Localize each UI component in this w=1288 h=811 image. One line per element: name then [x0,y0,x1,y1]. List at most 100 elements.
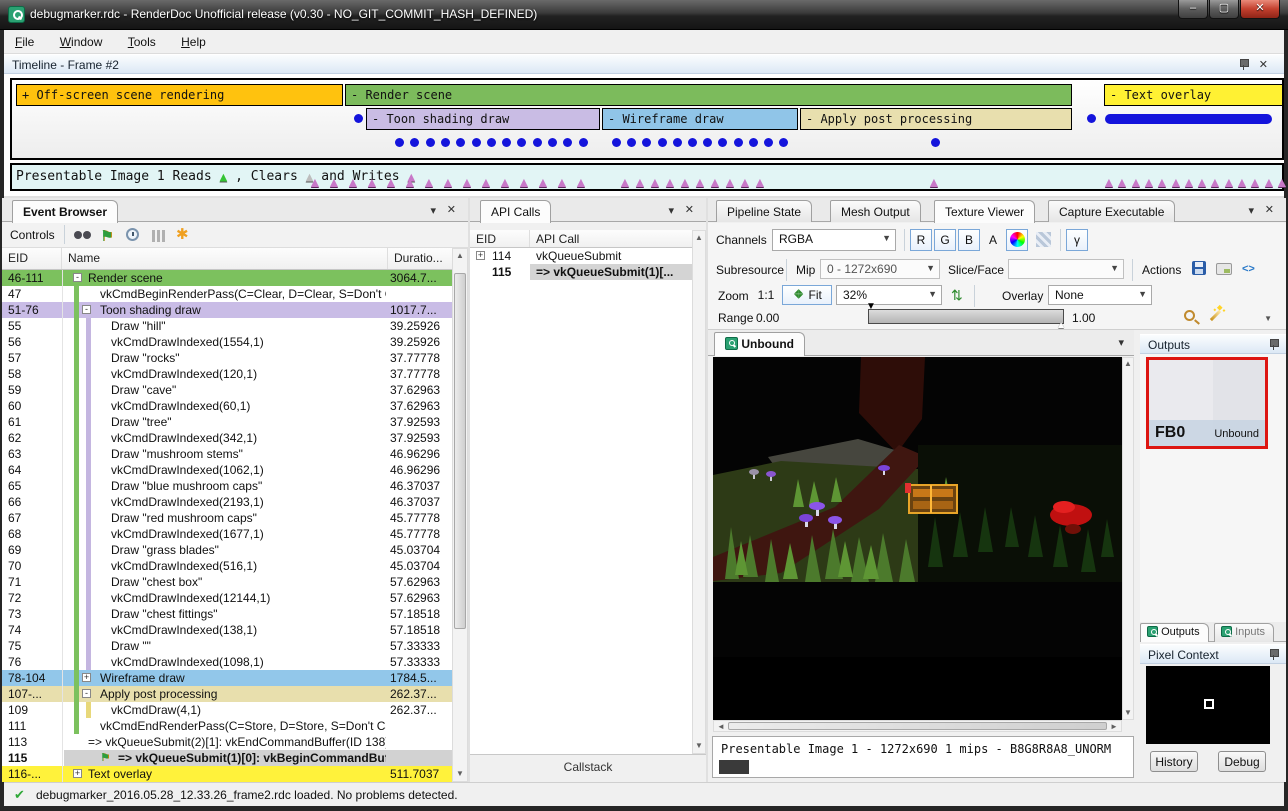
tab-unbound-texture[interactable]: Unbound [714,332,805,356]
column-duration[interactable]: Duratio... [388,248,452,269]
debug-button[interactable]: Debug [1218,751,1266,772]
channels-select[interactable]: RGBA▼ [772,229,896,251]
timeline-bar[interactable]: - Render scene [345,84,1072,106]
event-row[interactable]: 60vkCmdDrawIndexed(60,1)37.62963 [2,398,452,414]
timeline-bar[interactable]: - Apply post processing [800,108,1072,130]
scroll-down-icon[interactable]: ▼ [693,740,705,752]
find-icon[interactable] [74,231,82,239]
event-row[interactable]: 74vkCmdDrawIndexed(138,1)57.18518 [2,622,452,638]
menu-window[interactable]: Window [49,30,114,49]
tab-texture-viewer[interactable]: Texture Viewer [934,200,1035,223]
event-row[interactable]: 73Draw "chest fittings"57.18518 [2,606,452,622]
scroll-down-icon[interactable]: ▼ [1123,707,1133,719]
callstack-section[interactable]: Callstack [470,754,706,774]
scroll-up-icon[interactable]: ▲ [693,232,705,244]
timeline-bar[interactable]: - Wireframe draw [602,108,798,130]
mip-select[interactable]: 0 - 1272x690▼ [820,259,940,279]
column-name[interactable]: Name [62,248,388,269]
api-call-row[interactable]: +114vkQueueSubmit [470,248,692,264]
tab-inputs[interactable]: Inputs [1214,623,1274,642]
zoom-select[interactable]: 32%▼ [836,285,942,305]
alpha-background-button[interactable] [1032,229,1054,251]
pin-icon[interactable] [1239,59,1248,70]
expand-icon[interactable]: + [82,673,91,682]
tab-mesh-output[interactable]: Mesh Output [830,200,921,222]
colorwheel-button[interactable] [1006,229,1028,251]
time-durations-icon[interactable] [126,228,139,241]
texture-image[interactable] [713,357,1122,657]
event-row[interactable]: 70vkCmdDrawIndexed(516,1)45.03704 [2,558,452,574]
column-api-call[interactable]: API Call [530,230,692,247]
event-row[interactable]: 71Draw "chest box"57.62963 [2,574,452,590]
channel-b-button[interactable]: B [958,229,980,251]
timeline-bar[interactable]: - Toon shading draw [366,108,600,130]
tab-event-browser[interactable]: Event Browser [12,200,118,223]
event-row[interactable]: 109vkCmdDraw(4,1)262.37... [2,702,452,718]
expand-icon[interactable]: + [73,769,82,778]
event-row[interactable]: 59Draw "cave"37.62963 [2,382,452,398]
event-row[interactable]: 62vkCmdDrawIndexed(342,1)37.92593 [2,430,452,446]
close-icon[interactable]: ✕ [1259,60,1268,71]
close-icon[interactable]: ✕ [1265,205,1274,216]
scrollbar-thumb[interactable] [728,722,1107,730]
menu-help[interactable]: Help [170,30,217,49]
autofit-wand-icon[interactable] [1210,310,1221,321]
flip-y-button[interactable]: ⇅ [946,284,964,304]
event-row[interactable]: 61Draw "tree"37.92593 [2,414,452,430]
texture-vscrollbar[interactable]: ▲ ▼ [1122,357,1134,720]
bookmark-flag-icon[interactable]: ⚑ [100,227,113,245]
goto-resource-icon[interactable]: <> [1242,263,1255,275]
event-row[interactable]: 46-111-Render scene3064.7... [2,270,452,286]
event-browser-scrollbar[interactable]: ▲ ▼ [452,248,468,782]
event-row[interactable]: 116-...+Text overlay511.7037 [2,766,452,782]
api-call-row[interactable]: 115=> vkQueueSubmit(1)[... [470,264,692,280]
scroll-up-icon[interactable]: ▲ [1123,358,1133,370]
scroll-left-icon[interactable]: ◄ [716,721,726,732]
range-spinner-icon[interactable]: ▼ [1264,313,1272,324]
event-row[interactable]: 78-104+Wireframe draw1784.5... [2,670,452,686]
event-row[interactable]: 67Draw "red mushroom caps"45.77778 [2,510,452,526]
texture-hscrollbar[interactable]: ◄ ► [713,720,1122,732]
close-icon[interactable]: ✕ [447,205,456,216]
pin-icon[interactable] [1269,649,1278,660]
range-max-value[interactable]: 1.00 [1072,311,1095,325]
scroll-down-icon[interactable]: ▼ [453,768,467,780]
titlebar[interactable]: debugmarker.rdc - RenderDoc Unofficial r… [0,0,1288,30]
channel-a-button[interactable]: A [982,229,1004,251]
scroll-right-icon[interactable]: ► [1109,721,1119,732]
event-row[interactable]: 115⚑=> vkQueueSubmit(1)[0]: vkBeginComma… [2,750,452,766]
save-icon[interactable] [1192,261,1206,275]
menu-file[interactable]: File [4,30,45,49]
event-row[interactable]: 76vkCmdDrawIndexed(1098,1)57.33333 [2,654,452,670]
event-row[interactable]: 66vkCmdDrawIndexed(2193,1)46.37037 [2,494,452,510]
event-row[interactable]: 64vkCmdDrawIndexed(1062,1)46.96296 [2,462,452,478]
tab-capture-executable[interactable]: Capture Executable [1048,200,1175,222]
event-row[interactable]: 55Draw "hill"39.25926 [2,318,452,334]
slice-face-select[interactable]: ▼ [1008,259,1124,279]
event-row[interactable]: 68vkCmdDrawIndexed(1677,1)45.77778 [2,526,452,542]
event-row[interactable]: 72vkCmdDrawIndexed(12144,1)57.62963 [2,590,452,606]
pin-icon[interactable] [1269,339,1278,350]
chevron-down-icon[interactable]: ▾ [1248,206,1254,217]
channel-g-button[interactable]: G [934,229,956,251]
timeline-bar[interactable]: + Off-screen scene rendering [16,84,343,106]
event-row[interactable]: 75Draw ""57.33333 [2,638,452,654]
minimize-button[interactable]: – [1178,0,1208,19]
menu-tools[interactable]: Tools [117,30,167,49]
api-calls-scrollbar[interactable]: ▲ ▼ [692,230,706,754]
event-row[interactable]: 63Draw "mushroom stems"46.96296 [2,446,452,462]
maximize-button[interactable]: ▢ [1209,0,1239,19]
range-black-marker[interactable]: ▼ [866,302,876,312]
tab-outputs[interactable]: Outputs [1140,623,1209,642]
event-row[interactable]: 69Draw "grass blades"45.03704 [2,542,452,558]
event-row[interactable]: 47vkCmdBeginRenderPass(C=Clear, D=Clear,… [2,286,452,302]
scrollbar-thumb[interactable] [454,273,466,629]
close-button[interactable]: ✕ [1240,0,1280,19]
column-eid[interactable]: EID [470,230,530,247]
fb0-thumbnail[interactable]: FB0 Unbound [1146,357,1268,449]
range-slider[interactable]: ▼ ▲ [868,309,1064,324]
fit-button[interactable]: ◢◣◥◤ Fit [782,285,832,305]
chevron-down-icon[interactable]: ▾ [430,206,436,217]
export-icon[interactable] [1216,263,1232,275]
zoom-1-1-button[interactable]: 1:1 [752,285,780,305]
